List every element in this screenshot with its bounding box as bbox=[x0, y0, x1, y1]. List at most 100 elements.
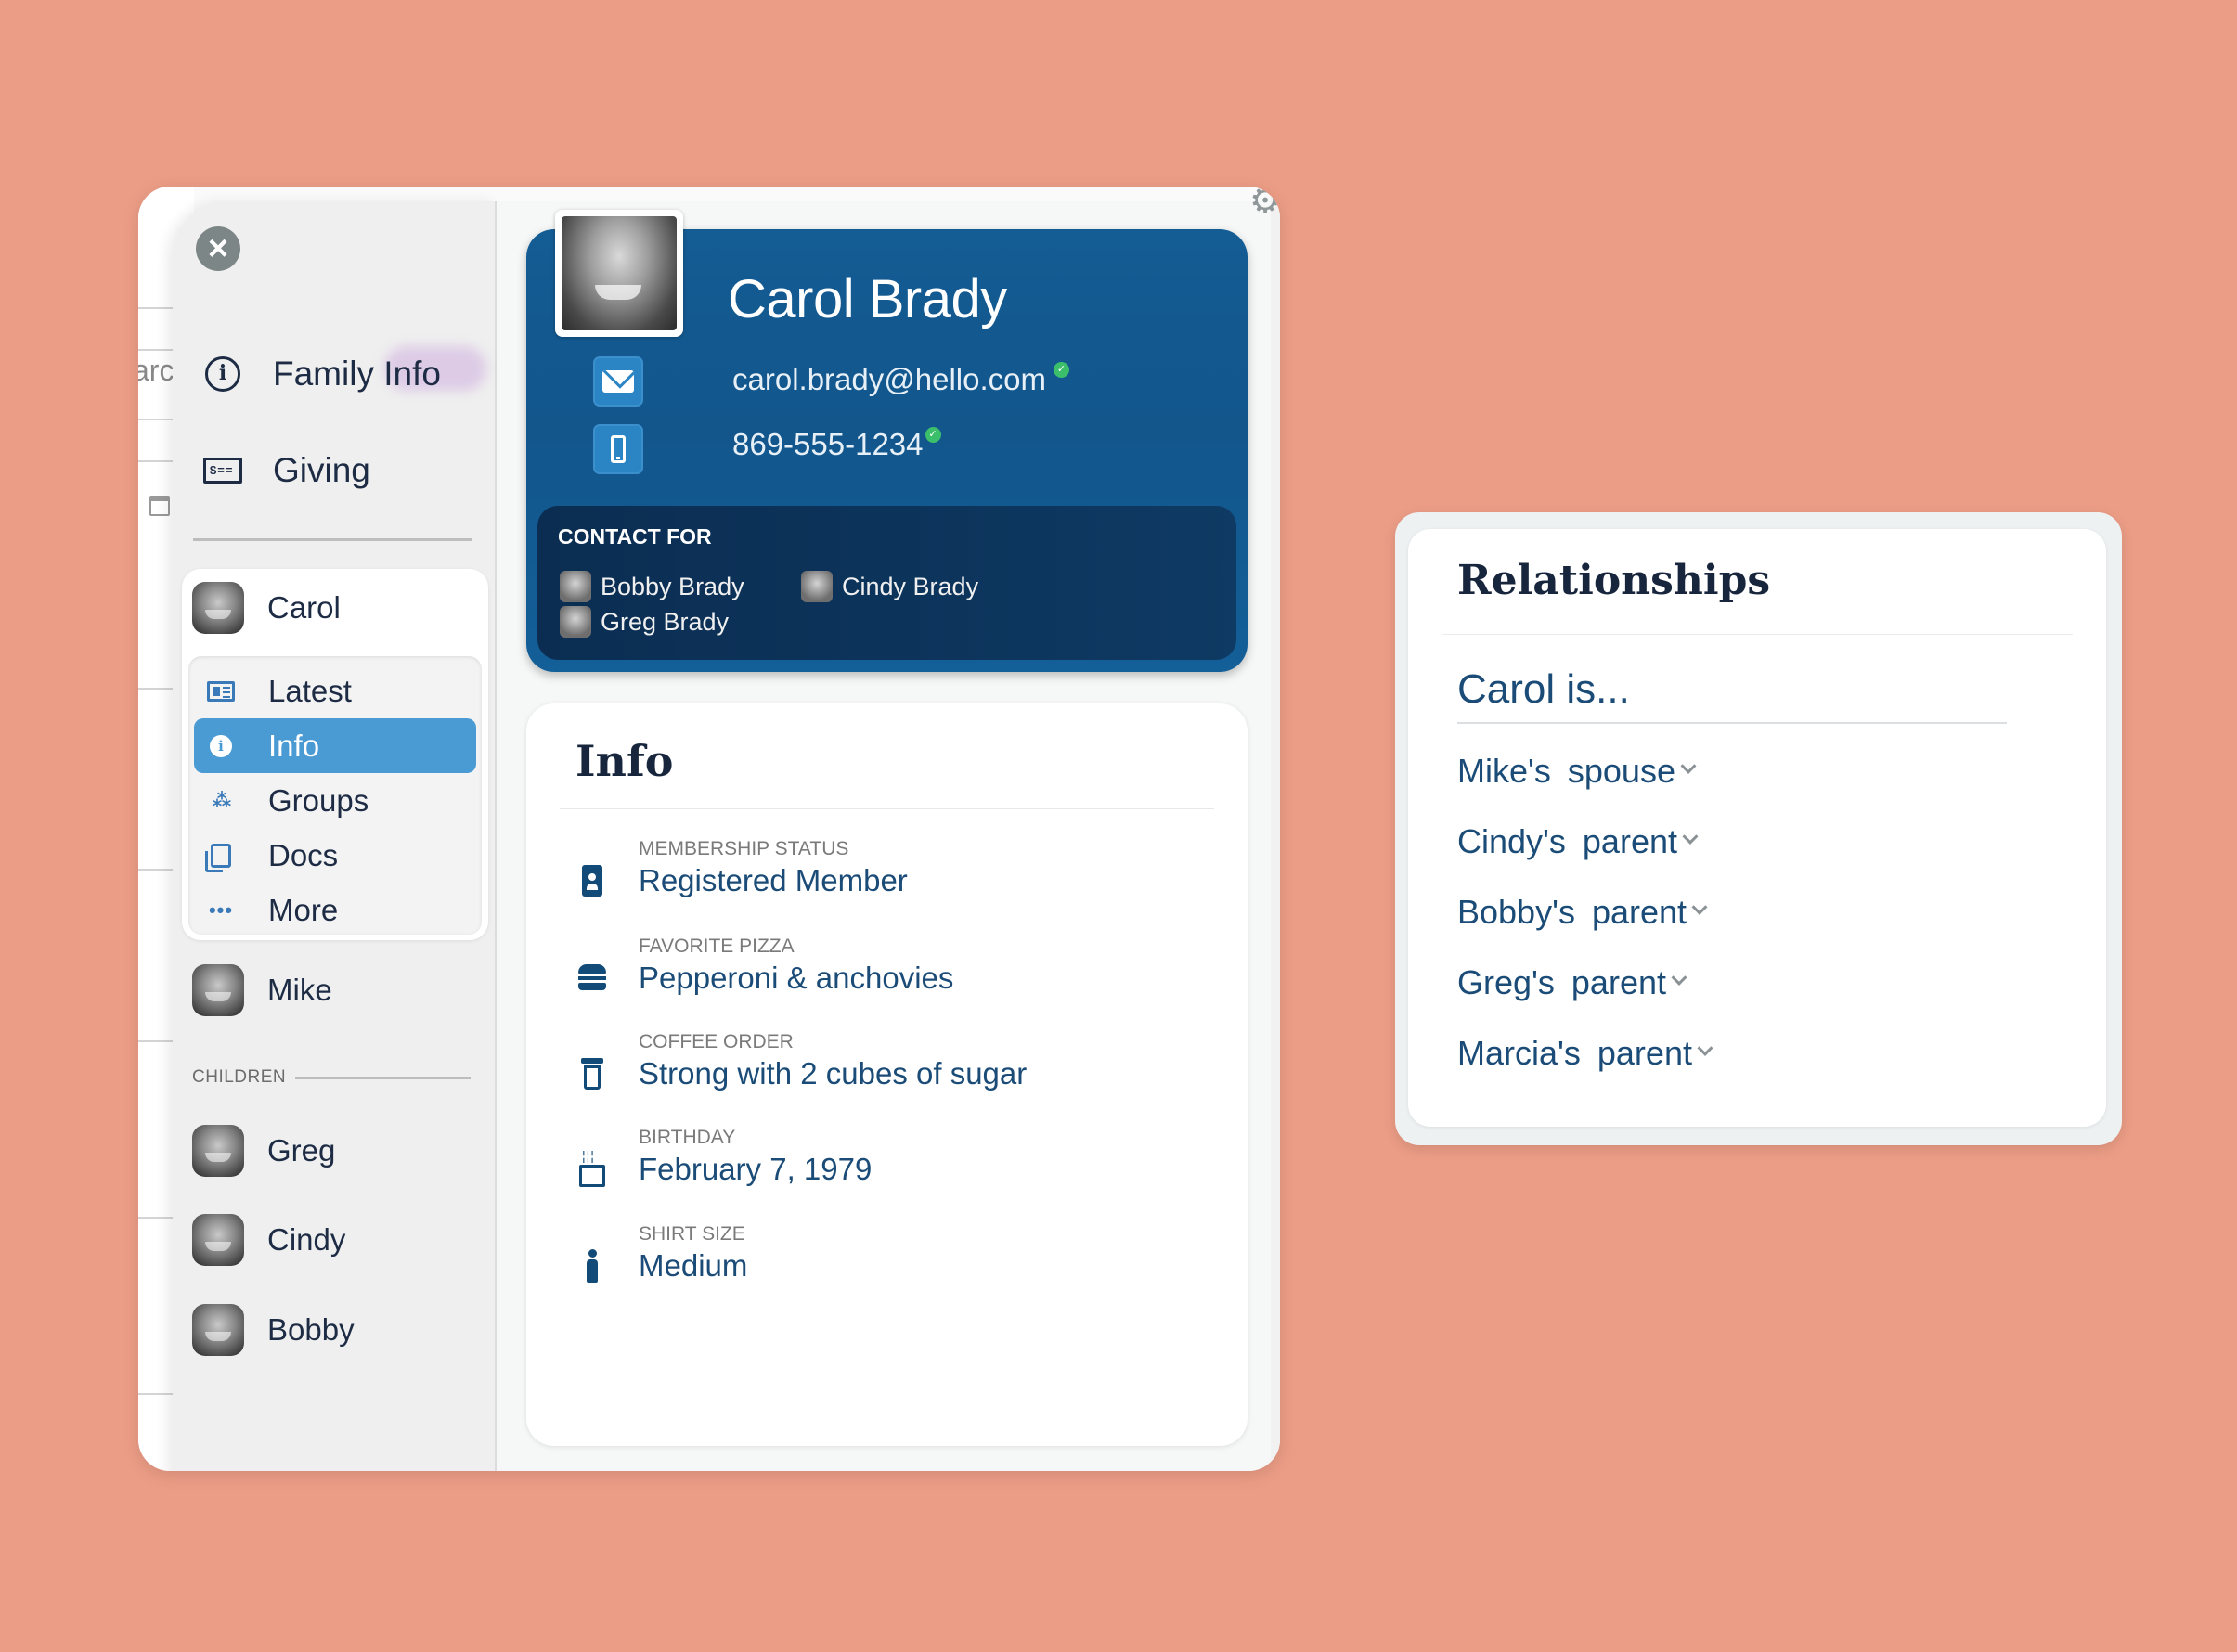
nav-family-info-label: Family Info bbox=[273, 355, 441, 393]
relationship-dropdown[interactable]: Bobby's parent bbox=[1457, 893, 1708, 932]
relationships-title: Relationships bbox=[1457, 557, 1771, 604]
phone-number[interactable]: 869-555-1234 bbox=[732, 427, 924, 461]
groups-icon: ⁂ bbox=[212, 791, 232, 811]
avatar-greg-mini bbox=[560, 606, 591, 638]
sub-nav-label: Groups bbox=[268, 782, 369, 818]
relationships-subtitle: Carol is... bbox=[1457, 666, 1630, 712]
id-badge-icon bbox=[577, 862, 607, 899]
relationship-dropdown[interactable]: Marcia's parent bbox=[1457, 1034, 1713, 1073]
relationship-dropdown[interactable]: Mike's spouse bbox=[1457, 752, 1697, 791]
field-value: Medium bbox=[639, 1248, 748, 1283]
avatar-cindy bbox=[192, 1214, 244, 1266]
children-heading-label: CHILDREN bbox=[192, 1067, 287, 1087]
chevron-down-icon bbox=[1671, 969, 1687, 986]
chevron-down-icon bbox=[1682, 828, 1699, 845]
burger-icon bbox=[577, 960, 607, 997]
window-right-edge bbox=[1271, 187, 1280, 1471]
gear-icon[interactable]: ⚙ bbox=[1248, 187, 1280, 219]
field-shirt-size: SHIRT SIZE Medium bbox=[577, 1223, 747, 1284]
profile-photo-image bbox=[562, 216, 677, 330]
info-icon: i bbox=[205, 730, 237, 762]
relationships-divider bbox=[1442, 634, 2073, 635]
sidebar-divider bbox=[193, 538, 472, 541]
contact-for-greg[interactable]: Greg Brady bbox=[560, 606, 729, 638]
info-circle-icon: i bbox=[200, 352, 245, 396]
family-sidebar: × i Family Info $== Giving Carol ♛ Lates… bbox=[173, 201, 595, 1471]
email-address[interactable]: carol.brady@hello.com bbox=[732, 362, 1046, 396]
avatar-bobby-mini bbox=[560, 571, 591, 602]
family-profile-window: arc × i Family Info $== Giving Carol Lat… bbox=[138, 187, 1280, 1471]
verified-check-icon: ✓ bbox=[1053, 362, 1069, 378]
children-heading-line bbox=[295, 1076, 471, 1079]
member-carol[interactable]: Carol ♛ bbox=[192, 582, 595, 634]
relationship-dropdown[interactable]: Cindy's parent bbox=[1457, 822, 1699, 861]
avatar-greg bbox=[192, 1125, 244, 1177]
relationships-card: Relationships Carol is... Mike's spouse … bbox=[1408, 529, 2106, 1127]
field-birthday: BIRTHDAY February 7, 1979 bbox=[577, 1127, 872, 1188]
sub-nav-label: Docs bbox=[268, 837, 339, 872]
relationships-panel: Relationships Carol is... Mike's spouse … bbox=[1395, 512, 2122, 1145]
relationship-label: Greg's parent bbox=[1457, 963, 1666, 1001]
member-name: Bobby bbox=[267, 1312, 355, 1347]
children-heading: CHILDREN bbox=[192, 1067, 471, 1088]
nav-family-info[interactable]: i Family Info bbox=[200, 352, 441, 396]
more-icon: ••• bbox=[208, 897, 234, 922]
sub-nav-groups[interactable]: ⁂ Groups bbox=[194, 773, 476, 828]
verified-check-icon: ✓ bbox=[925, 427, 941, 443]
nav-giving[interactable]: $== Giving bbox=[200, 448, 370, 493]
relationship-dropdown[interactable]: Greg's parent bbox=[1457, 963, 1687, 1002]
contact-for-name: Greg Brady bbox=[601, 607, 730, 636]
member-name: Mike bbox=[267, 973, 332, 1007]
phone-row: 869-555-1234 ✓ bbox=[732, 427, 941, 462]
member-name: Cindy bbox=[267, 1222, 346, 1257]
member-bobby[interactable]: Bobby bbox=[192, 1304, 355, 1356]
member-mike[interactable]: Mike ♛ bbox=[192, 964, 589, 1016]
email-row: carol.brady@hello.com ✓ bbox=[732, 362, 1069, 397]
check-dollar-icon: $== bbox=[200, 448, 245, 493]
field-label: COFFEE ORDER bbox=[639, 1031, 794, 1052]
phone-button[interactable] bbox=[593, 424, 643, 474]
relationship-label: Mike's spouse bbox=[1457, 752, 1675, 790]
field-label: BIRTHDAY bbox=[639, 1127, 736, 1148]
field-value: February 7, 1979 bbox=[639, 1152, 873, 1186]
field-coffee-order: COFFEE ORDER Strong with 2 cubes of suga… bbox=[577, 1031, 1027, 1092]
member-greg[interactable]: Greg bbox=[192, 1125, 335, 1177]
email-button[interactable] bbox=[593, 356, 643, 407]
field-label: SHIRT SIZE bbox=[639, 1223, 745, 1245]
member-name: Greg bbox=[267, 1133, 336, 1168]
avatar-bobby bbox=[192, 1304, 244, 1356]
chevron-down-icon bbox=[1697, 1039, 1713, 1056]
nav-giving-label: Giving bbox=[273, 451, 370, 489]
contact-for-panel: CONTACT FOR Bobby Brady Cindy Brady Greg… bbox=[537, 506, 1236, 660]
field-favorite-pizza: FAVORITE PIZZA Pepperoni & anchovies bbox=[577, 936, 953, 997]
member-cindy[interactable]: Cindy bbox=[192, 1214, 345, 1266]
docs-icon bbox=[205, 840, 237, 872]
sub-nav-info[interactable]: i Info bbox=[194, 718, 476, 773]
relationship-label: Marcia's parent bbox=[1457, 1034, 1692, 1072]
field-value: Pepperoni & anchovies bbox=[639, 961, 954, 995]
sub-nav-more[interactable]: ••• More bbox=[194, 883, 476, 937]
contact-for-title: CONTACT FOR bbox=[558, 524, 712, 549]
info-card: Info MEMBERSHIP STATUS Registered Member bbox=[526, 703, 1248, 1446]
field-value: Registered Member bbox=[639, 863, 908, 897]
sub-nav-label: More bbox=[268, 892, 339, 927]
member-card-carol: Carol ♛ Latest i Info ⁂ Groups Do bbox=[182, 569, 595, 940]
contact-for-cindy[interactable]: Cindy Brady bbox=[801, 571, 978, 602]
field-label: MEMBERSHIP STATUS bbox=[639, 838, 849, 859]
contact-for-bobby[interactable]: Bobby Brady bbox=[560, 571, 744, 602]
sub-nav-docs[interactable]: Docs bbox=[194, 828, 476, 883]
chevron-down-icon bbox=[1691, 898, 1708, 915]
relationship-label: Bobby's parent bbox=[1457, 893, 1687, 931]
chevron-down-icon bbox=[1680, 757, 1697, 774]
sub-nav-label: Latest bbox=[268, 673, 352, 708]
profile-photo[interactable] bbox=[555, 210, 683, 337]
background-partial-text: arc bbox=[138, 354, 175, 387]
profile-content: Carol Brady carol.brady@hello.com ✓ 869-5… bbox=[498, 201, 1280, 1471]
coffee-cup-icon bbox=[577, 1055, 607, 1092]
close-button[interactable]: × bbox=[196, 226, 240, 271]
sub-nav-latest[interactable]: Latest bbox=[194, 664, 476, 718]
birthday-cake-icon bbox=[577, 1148, 607, 1188]
member-sub-nav: Latest i Info ⁂ Groups Docs ••• More bbox=[188, 656, 482, 935]
envelope-icon bbox=[602, 370, 634, 393]
mobile-phone-icon bbox=[611, 435, 626, 463]
